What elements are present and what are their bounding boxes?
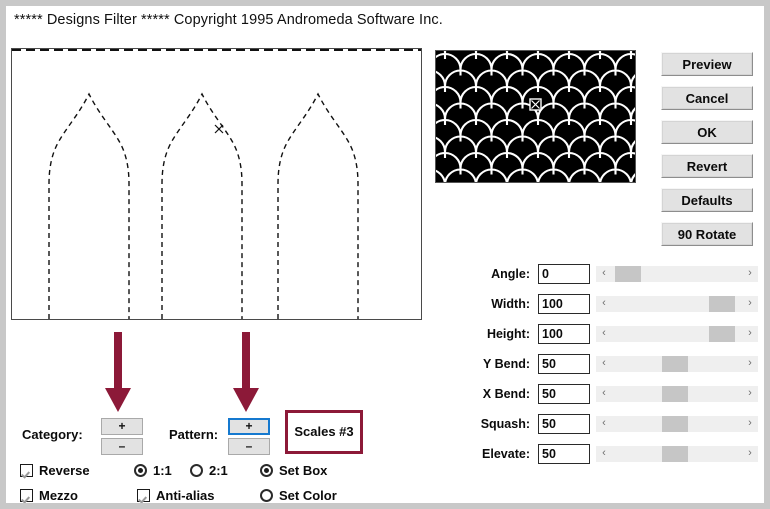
reverse-checkbox[interactable]: Reverse bbox=[20, 463, 90, 478]
angle-slider-thumb[interactable] bbox=[615, 266, 642, 282]
category-label: Category: bbox=[22, 427, 83, 442]
ratio-2-1-radio[interactable]: 2:1 bbox=[190, 463, 228, 478]
elevate-slider-thumb[interactable] bbox=[661, 446, 688, 462]
slider-row-y-bend: Y Bend: ‹ › bbox=[468, 354, 758, 374]
pattern-plus-button[interactable]: + bbox=[228, 418, 270, 435]
radio-icon bbox=[260, 464, 273, 477]
revert-button[interactable]: Revert bbox=[661, 154, 753, 178]
slider-row-elevate: Elevate: ‹ › bbox=[468, 444, 758, 464]
width-input[interactable] bbox=[538, 294, 590, 314]
mezzo-label: Mezzo bbox=[39, 488, 78, 503]
height-slider[interactable]: ‹ › bbox=[596, 326, 758, 342]
squash-input[interactable] bbox=[538, 414, 590, 434]
slider-row-x-bend: X Bend: ‹ › bbox=[468, 384, 758, 404]
ratio-1-1-label: 1:1 bbox=[153, 463, 172, 478]
y-bend-slider[interactable]: ‹ › bbox=[596, 356, 758, 372]
width-slider[interactable]: ‹ › bbox=[596, 296, 758, 312]
checkbox-icon bbox=[137, 489, 150, 502]
category-plus-button[interactable]: + bbox=[101, 418, 143, 435]
x-bend-slider-left-arrow[interactable]: ‹ bbox=[596, 386, 612, 402]
slider-label-y-bend: Y Bend: bbox=[483, 357, 530, 371]
pattern-stepper: + – bbox=[228, 418, 270, 455]
squash-slider-left-arrow[interactable]: ‹ bbox=[596, 416, 612, 432]
checkbox-icon bbox=[20, 489, 33, 502]
y-bend-slider-thumb[interactable] bbox=[661, 356, 688, 372]
x-bend-slider-right-arrow[interactable]: › bbox=[742, 386, 758, 402]
height-input[interactable] bbox=[538, 324, 590, 344]
canvas-cursor-marker bbox=[214, 124, 224, 134]
elevate-slider[interactable]: ‹ › bbox=[596, 446, 758, 462]
anti-alias-label: Anti-alias bbox=[156, 488, 215, 503]
elevate-input[interactable] bbox=[538, 444, 590, 464]
radio-icon bbox=[260, 489, 273, 502]
ratio-1-1-radio[interactable]: 1:1 bbox=[134, 463, 172, 478]
category-minus-button[interactable]: – bbox=[101, 438, 143, 455]
angle-input[interactable] bbox=[538, 264, 590, 284]
scales-pattern bbox=[436, 51, 635, 182]
pattern-name-display: Scales #3 bbox=[285, 410, 363, 454]
set-box-label: Set Box bbox=[279, 463, 328, 478]
height-slider-left-arrow[interactable]: ‹ bbox=[596, 326, 612, 342]
squash-slider-thumb[interactable] bbox=[661, 416, 688, 432]
y-bend-input[interactable] bbox=[538, 354, 590, 374]
width-slider-thumb[interactable] bbox=[708, 296, 735, 312]
width-slider-left-arrow[interactable]: ‹ bbox=[596, 296, 612, 312]
slider-label-x-bend: X Bend: bbox=[482, 387, 530, 401]
x-bend-slider[interactable]: ‹ › bbox=[596, 386, 758, 402]
angle-slider[interactable]: ‹ › bbox=[596, 266, 758, 282]
x-bend-slider-thumb[interactable] bbox=[661, 386, 688, 402]
ok-button[interactable]: OK bbox=[661, 120, 753, 144]
slider-row-width: Width: ‹ › bbox=[468, 294, 758, 314]
slider-label-angle: Angle: bbox=[491, 267, 530, 281]
x-bend-input[interactable] bbox=[538, 384, 590, 404]
arches-drawing bbox=[12, 49, 421, 319]
angle-slider-left-arrow[interactable]: ‹ bbox=[596, 266, 612, 282]
squash-slider[interactable]: ‹ › bbox=[596, 416, 758, 432]
angle-slider-right-arrow[interactable]: › bbox=[742, 266, 758, 282]
slider-label-squash: Squash: bbox=[480, 417, 530, 431]
anti-alias-checkbox[interactable]: Anti-alias bbox=[137, 488, 215, 503]
slider-row-height: Height: ‹ › bbox=[468, 324, 758, 344]
design-preview-canvas[interactable] bbox=[11, 48, 422, 320]
defaults-button[interactable]: Defaults bbox=[661, 188, 753, 212]
y-bend-slider-left-arrow[interactable]: ‹ bbox=[596, 356, 612, 372]
radio-icon bbox=[134, 464, 147, 477]
checkbox-icon bbox=[20, 464, 33, 477]
window-title: ***** Designs Filter ***** Copyright 199… bbox=[14, 12, 443, 28]
slider-label-width: Width: bbox=[491, 297, 530, 311]
mezzo-checkbox[interactable]: Mezzo bbox=[20, 488, 78, 503]
arrow-to-category-buttons bbox=[105, 332, 131, 412]
ratio-2-1-label: 2:1 bbox=[209, 463, 228, 478]
designs-filter-window: ***** Designs Filter ***** Copyright 199… bbox=[0, 0, 770, 509]
pattern-thumbnail[interactable] bbox=[435, 50, 636, 183]
height-slider-right-arrow[interactable]: › bbox=[742, 326, 758, 342]
preview-button[interactable]: Preview bbox=[661, 52, 753, 76]
set-color-radio[interactable]: Set Color bbox=[260, 488, 337, 503]
elevate-slider-right-arrow[interactable]: › bbox=[742, 446, 758, 462]
radio-icon bbox=[190, 464, 203, 477]
elevate-slider-left-arrow[interactable]: ‹ bbox=[596, 446, 612, 462]
width-slider-right-arrow[interactable]: › bbox=[742, 296, 758, 312]
pattern-label: Pattern: bbox=[169, 427, 219, 442]
pattern-cursor-marker bbox=[529, 98, 542, 111]
y-bend-slider-right-arrow[interactable]: › bbox=[742, 356, 758, 372]
slider-row-angle: Angle: ‹ › bbox=[468, 264, 758, 284]
slider-row-squash: Squash: ‹ › bbox=[468, 414, 758, 434]
slider-label-elevate: Elevate: bbox=[482, 447, 530, 461]
cancel-button[interactable]: Cancel bbox=[661, 86, 753, 110]
slider-label-height: Height: bbox=[486, 327, 530, 341]
set-color-label: Set Color bbox=[279, 488, 337, 503]
set-box-radio[interactable]: Set Box bbox=[260, 463, 327, 478]
height-slider-thumb[interactable] bbox=[708, 326, 735, 342]
action-button-column: Preview Cancel OK Revert Defaults 90 Rot… bbox=[661, 52, 753, 256]
pattern-minus-button[interactable]: – bbox=[228, 438, 270, 455]
squash-slider-right-arrow[interactable]: › bbox=[742, 416, 758, 432]
rotate-90-button[interactable]: 90 Rotate bbox=[661, 222, 753, 246]
arrow-to-pattern-buttons bbox=[233, 332, 259, 412]
parameter-sliders: Angle: ‹ › Width: ‹ › Height: ‹ › bbox=[468, 264, 758, 474]
category-stepper: + – bbox=[101, 418, 143, 455]
reverse-label: Reverse bbox=[39, 463, 90, 478]
